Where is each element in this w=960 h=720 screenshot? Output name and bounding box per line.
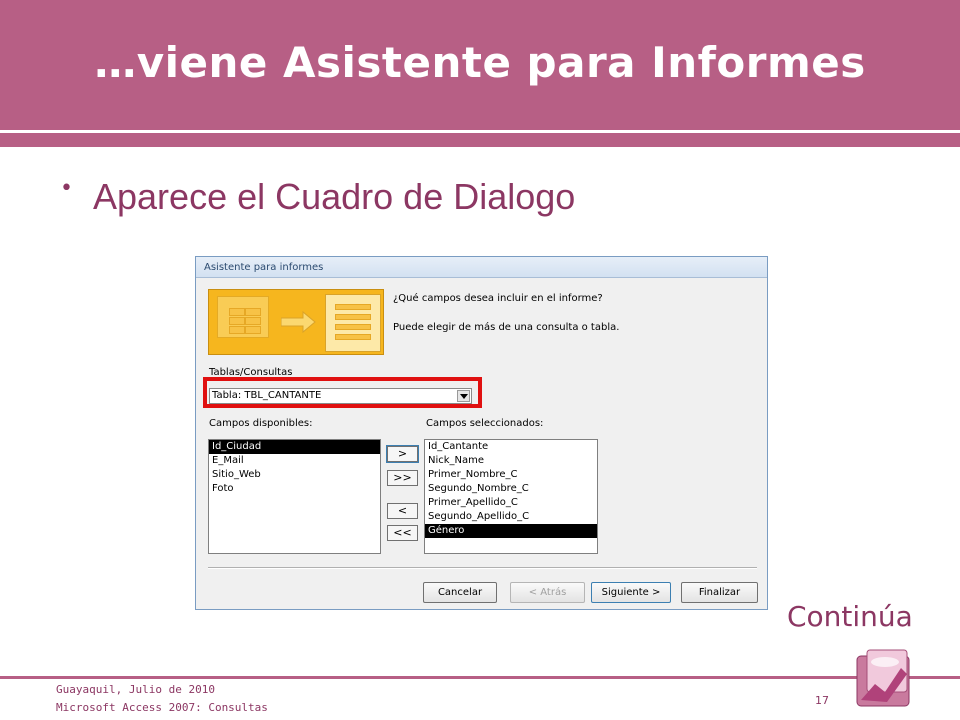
- table-query-select[interactable]: Tabla: TBL_CANTANTE: [209, 388, 472, 404]
- art-report-line: [335, 314, 371, 320]
- remove-all-fields-button[interactable]: <<: [387, 525, 418, 541]
- list-item[interactable]: Id_Cantante: [425, 440, 597, 454]
- list-item[interactable]: Nick_Name: [425, 454, 597, 468]
- table-select-value: Tabla: TBL_CANTANTE: [212, 390, 322, 401]
- art-cell: [229, 326, 245, 334]
- art-cell: [229, 308, 245, 316]
- selected-fields-list[interactable]: Id_Cantante Nick_Name Primer_Nombre_C Se…: [424, 439, 598, 554]
- finish-button[interactable]: Finalizar: [681, 582, 758, 603]
- wizard-hint: Puede elegir de más de una consulta o ta…: [393, 322, 620, 333]
- wizard-question: ¿Qué campos desea incluir en el informe?: [393, 293, 603, 304]
- list-item[interactable]: Primer_Nombre_C: [425, 468, 597, 482]
- access-2007-logo-icon: [856, 649, 910, 707]
- list-item[interactable]: Género: [425, 524, 597, 538]
- footer-course: Microsoft Access 2007: Consultas: [56, 701, 268, 714]
- selected-fields-label: Campos seleccionados:: [426, 418, 544, 429]
- list-item[interactable]: Segundo_Nombre_C: [425, 482, 597, 496]
- art-report-page: [325, 294, 381, 352]
- report-wizard-dialog: Asistente para informes ¿Qué campos dese…: [195, 256, 768, 610]
- available-fields-list[interactable]: Id_Ciudad E_Mail Sitio_Web Foto: [208, 439, 381, 554]
- art-report-line: [335, 304, 371, 310]
- list-item[interactable]: Sitio_Web: [209, 468, 380, 482]
- art-cell: [245, 326, 261, 334]
- dialog-title: Asistente para informes: [204, 262, 324, 273]
- dialog-divider: [208, 567, 757, 569]
- add-field-button[interactable]: >: [386, 445, 419, 463]
- art-report-line: [335, 324, 371, 330]
- next-button[interactable]: Siguiente >: [591, 582, 671, 603]
- chevron-down-icon[interactable]: [457, 390, 470, 402]
- list-item[interactable]: Id_Ciudad: [209, 440, 380, 454]
- cancel-button[interactable]: Cancelar: [423, 582, 497, 603]
- art-cell: [229, 317, 245, 325]
- art-cell: [245, 308, 261, 316]
- header-band-lower: [0, 133, 960, 147]
- list-item[interactable]: E_Mail: [209, 454, 380, 468]
- remove-field-button[interactable]: <: [387, 503, 418, 519]
- footer-place-date: Guayaquil, Julio de 2010: [56, 683, 215, 696]
- art-report-line: [335, 334, 371, 340]
- bullet-icon: •: [60, 176, 73, 201]
- dialog-titlebar[interactable]: Asistente para informes: [196, 257, 767, 278]
- available-fields-label: Campos disponibles:: [209, 418, 313, 429]
- arrow-right-icon: [281, 310, 316, 334]
- report-wizard-icon: [208, 289, 384, 355]
- art-cell: [245, 317, 261, 325]
- continue-label: Continúa: [787, 600, 913, 633]
- slide-title: …viene Asistente para Informes: [94, 38, 866, 87]
- list-item[interactable]: Foto: [209, 482, 380, 496]
- list-item[interactable]: Primer_Apellido_C: [425, 496, 597, 510]
- list-item[interactable]: Segundo_Apellido_C: [425, 510, 597, 524]
- add-all-fields-button[interactable]: >>: [387, 470, 418, 486]
- footer-divider: [0, 676, 960, 679]
- back-button[interactable]: < Atrás: [510, 582, 585, 603]
- bullet-text: Aparece el Cuadro de Dialogo: [93, 176, 576, 217]
- page-number: 17: [815, 694, 829, 707]
